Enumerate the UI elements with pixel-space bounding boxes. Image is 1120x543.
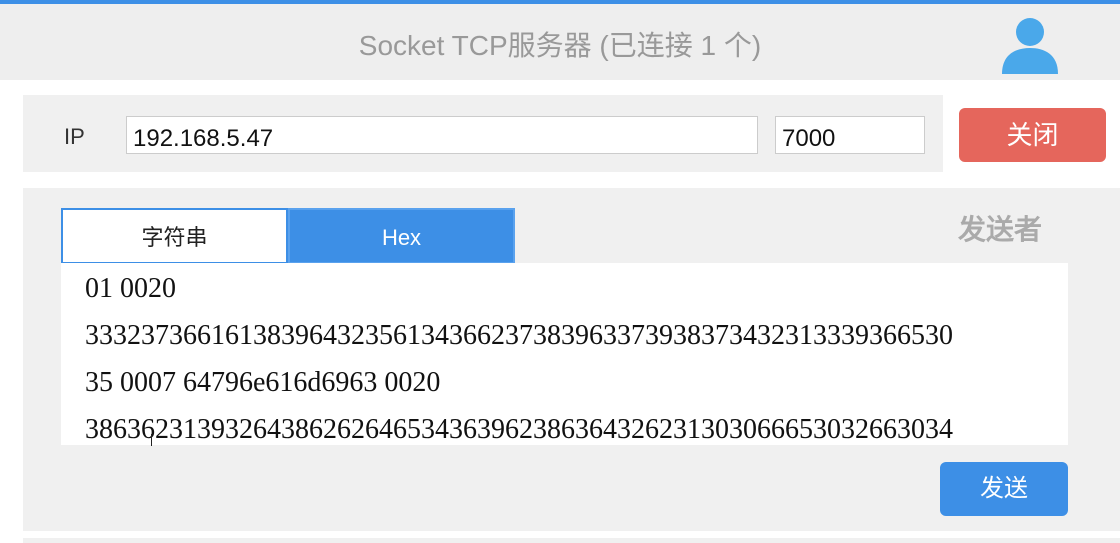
text-line: 35 0007 64796e616d6963 0020 <box>85 367 441 398</box>
port-input[interactable]: 7000 <box>775 116 925 154</box>
window-title: Socket TCP服务器 (已连接 1 个) <box>358 30 762 61</box>
text-line: 3332373661613839643235613436623738396337… <box>85 320 953 351</box>
user-avatar-icon[interactable] <box>998 12 1062 76</box>
close-button[interactable]: 关闭 <box>959 108 1106 162</box>
header: Socket TCP服务器 (已连接 1 个) <box>0 4 1120 80</box>
message-textarea[interactable]: 01 0020 333237366161383964323561343662373… <box>61 263 1068 445</box>
ip-label: IP <box>64 124 85 149</box>
text-caret <box>151 434 152 446</box>
ip-input[interactable]: 192.168.5.47 <box>126 116 758 154</box>
bottom-panel-edge <box>23 538 1120 543</box>
tab-string[interactable]: 字符串 <box>61 208 288 264</box>
text-line: 01 0020 <box>85 273 176 304</box>
send-button[interactable]: 发送 <box>940 462 1068 516</box>
text-line: 3863623139326438626264653436396238636432… <box>85 414 953 445</box>
tab-hex[interactable]: Hex <box>288 208 515 264</box>
sender-label: 发送者 <box>958 214 1043 245</box>
